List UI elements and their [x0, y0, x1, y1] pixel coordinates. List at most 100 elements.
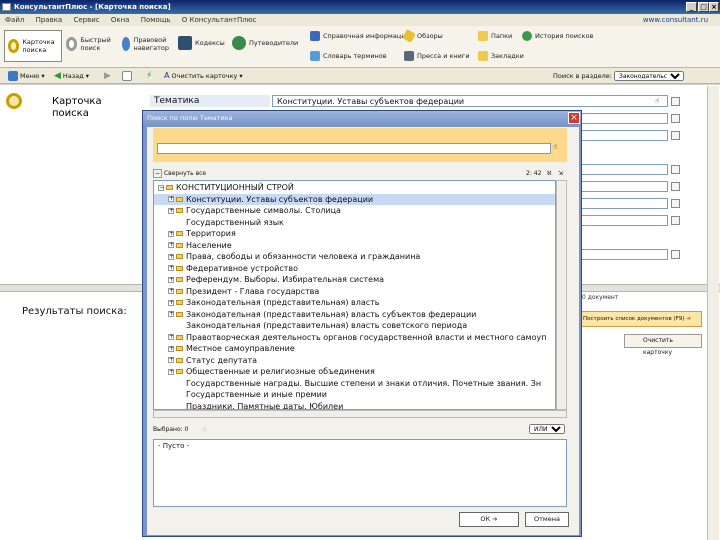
- tree-item-label: Общественные и религиозные объединения: [186, 367, 375, 376]
- tree-item[interactable]: + Территория: [154, 228, 555, 240]
- menu-windows[interactable]: Окна: [111, 16, 130, 24]
- dictionary-button[interactable]: Словарь терминов: [310, 51, 387, 61]
- reference-info-button[interactable]: Справочная информация: [310, 31, 409, 41]
- field-row-4[interactable]: [570, 164, 668, 175]
- logic-select[interactable]: ИЛИ: [529, 424, 565, 434]
- field-copy-button[interactable]: [671, 97, 680, 106]
- expand-toggle-icon[interactable]: +: [168, 357, 174, 363]
- expand-toggle-icon[interactable]: +: [168, 345, 174, 352]
- search-history-button[interactable]: История поисков: [522, 31, 593, 41]
- tree-item[interactable]: + Референдум. Выборы. Избирательная систе…: [154, 274, 555, 286]
- field-row-4-button[interactable]: [671, 165, 680, 174]
- dialog-search-input[interactable]: [157, 143, 551, 154]
- tree-item[interactable]: + Общественные и религиозные объединения: [154, 366, 555, 378]
- maximize-button[interactable]: □: [698, 2, 709, 12]
- reviews-button[interactable]: Обзоры: [402, 29, 443, 43]
- expand-toggle-icon[interactable]: +: [168, 265, 174, 271]
- clear-card-toolbar-button[interactable]: A Очистить карточку ▾: [164, 71, 243, 80]
- document-button[interactable]: [122, 71, 132, 81]
- menu-service[interactable]: Сервис: [73, 16, 99, 24]
- field-row-3-button[interactable]: [671, 131, 680, 140]
- green-action-button[interactable]: ⚡: [146, 71, 152, 81]
- expand-toggle-icon[interactable]: +: [168, 311, 174, 317]
- folders-button[interactable]: Папки: [478, 31, 512, 41]
- press-books-button[interactable]: Пресса и книги: [404, 51, 470, 61]
- field-row-6[interactable]: [570, 198, 668, 209]
- tree-item[interactable]: + Президент - Глава государства: [154, 286, 555, 298]
- field-row-7-button[interactable]: [671, 216, 680, 225]
- field-row-3[interactable]: [570, 130, 668, 141]
- legal-navigator-button[interactable]: Правовой навигатор: [122, 36, 176, 52]
- dialog-close-button[interactable]: ×: [568, 112, 580, 124]
- tree-item[interactable]: + Федеративное устройство: [154, 263, 555, 275]
- tree-item[interactable]: Законодательная (представительная) власт…: [154, 320, 555, 332]
- tree-item[interactable]: + Статус депутата: [154, 355, 555, 367]
- expand-toggle-icon[interactable]: +: [168, 242, 174, 248]
- field-label-topic[interactable]: Тематика: [150, 95, 270, 107]
- tree-item[interactable]: Праздники. Памятные даты. Юбилеи: [154, 401, 555, 410]
- tree-item[interactable]: + Государственные символы. Столица: [154, 205, 555, 217]
- tree-item-label: Население: [186, 240, 232, 250]
- minimize-button[interactable]: _: [686, 2, 697, 12]
- close-window-button[interactable]: ×: [709, 2, 719, 12]
- tree-item[interactable]: Государственный язык: [154, 217, 555, 229]
- ok-button[interactable]: ОК ➜: [459, 512, 519, 527]
- field-row-2-button[interactable]: [671, 114, 680, 123]
- field-row-5-button[interactable]: [671, 182, 680, 191]
- expand-toggle-icon[interactable]: −: [158, 184, 164, 191]
- build-list-button[interactable]: Построить список документов (F9) ➜: [578, 311, 702, 327]
- main-scrollbar[interactable]: [707, 86, 719, 540]
- collapse-all-link[interactable]: Свернуть все: [164, 170, 206, 177]
- bookmarks-button[interactable]: Закладки: [478, 51, 524, 61]
- tree-item[interactable]: Государственные и иные премии: [154, 389, 555, 401]
- cancel-button[interactable]: Отмена: [525, 512, 569, 527]
- menu-file[interactable]: Файл: [5, 16, 24, 24]
- tree-item[interactable]: Государственные награды. Высшие степени …: [154, 378, 555, 390]
- selection-bar: Выбрано: 0 ☝ ИЛИ: [153, 424, 567, 435]
- expand-toggle-icon[interactable]: +: [168, 196, 174, 202]
- expand-toggle-icon[interactable]: +: [168, 207, 174, 214]
- menu-dropdown-button[interactable]: Меню ▾: [8, 71, 45, 81]
- tree-item[interactable]: + Конституции. Уставы субъектов федерации: [154, 193, 555, 205]
- expand-toggle-icon[interactable]: +: [168, 276, 174, 283]
- search-card-button[interactable]: Карточка поиска: [4, 30, 62, 62]
- guide-button[interactable]: Путеводители: [232, 36, 302, 50]
- tree-item[interactable]: + Законодательная (представительная) влас…: [154, 309, 555, 321]
- tree-item[interactable]: + Местное самоуправление: [154, 343, 555, 355]
- quick-search-button[interactable]: Быстрый поиск: [66, 36, 116, 52]
- menu-about[interactable]: О КонсультантПлюс: [182, 16, 257, 24]
- clear-card-button[interactable]: Очистить карточку: [624, 334, 702, 356]
- field-row-2[interactable]: [570, 113, 668, 124]
- tree-item[interactable]: + Население: [154, 240, 555, 252]
- expand-toggle-icon[interactable]: +: [168, 368, 174, 375]
- tree-vertical-scrollbar[interactable]: [556, 180, 567, 410]
- tree-item[interactable]: − КОНСТИТУЦИОННЫЙ СТРОЙ: [154, 182, 555, 194]
- menu-help[interactable]: Помощь: [141, 16, 171, 24]
- expand-toggle-icon[interactable]: +: [168, 230, 174, 237]
- topic-tree: − КОНСТИТУЦИОННЫЙ СТРОЙ + Конституции. Уста…: [153, 180, 556, 410]
- expand-toggle-icon[interactable]: +: [168, 299, 174, 306]
- field-row-6-button[interactable]: [671, 199, 680, 208]
- tree-item[interactable]: + Права, свободы и обязанности человека и…: [154, 251, 555, 263]
- tree-toggle-icon[interactable]: ⇲: [558, 168, 563, 180]
- menu-edit[interactable]: Правка: [36, 16, 63, 24]
- expand-toggle-icon[interactable]: +: [168, 253, 174, 260]
- consultant-link[interactable]: www.consultant.ru: [643, 14, 708, 26]
- field-row-8[interactable]: [570, 249, 668, 260]
- selected-items-list[interactable]: - Пусто -: [153, 439, 567, 507]
- field-value-topic[interactable]: Конституции. Уставы субъектов федерации: [272, 95, 668, 107]
- expand-toggle-icon[interactable]: +: [168, 288, 174, 294]
- section-select[interactable]: Законодательство: [613, 71, 684, 81]
- expand-toggle-icon[interactable]: +: [168, 334, 174, 340]
- tree-item[interactable]: + Законодательная (представительная) влас…: [154, 297, 555, 309]
- tree-filter-icon[interactable]: ℵ: [547, 168, 551, 180]
- forward-button[interactable]: ▶: [104, 71, 111, 81]
- tree-item-label: Президент - Глава государства: [186, 286, 320, 296]
- field-row-8-button[interactable]: [671, 250, 680, 259]
- tree-item[interactable]: + Правотворческая деятельность органов го…: [154, 332, 555, 344]
- tree-horizontal-scrollbar[interactable]: [153, 410, 567, 418]
- field-row-7[interactable]: [570, 215, 668, 226]
- back-button[interactable]: ◀ Назад ▾: [54, 71, 89, 81]
- codes-button[interactable]: Кодексы: [178, 36, 228, 50]
- field-row-5[interactable]: [570, 181, 668, 192]
